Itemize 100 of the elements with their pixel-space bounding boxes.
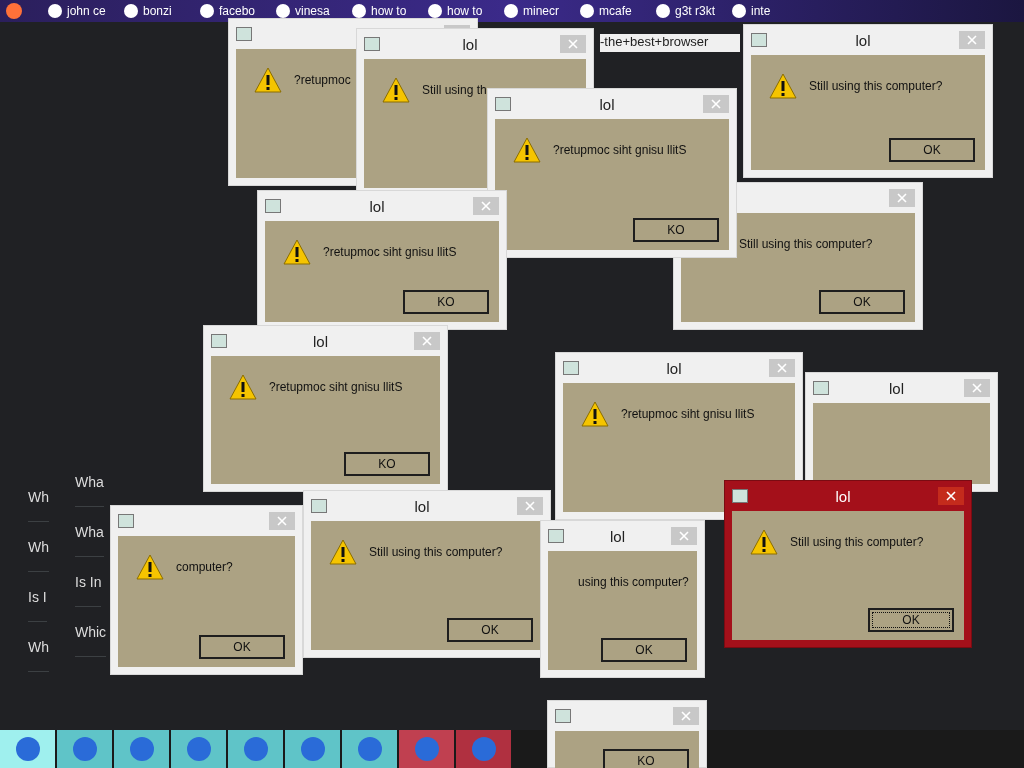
- app-icon: [211, 334, 227, 348]
- warning-icon: [513, 137, 541, 163]
- dialog-title: lol: [854, 31, 872, 49]
- taskbar-app-icon[interactable]: [228, 730, 283, 768]
- app-icon: [555, 709, 571, 723]
- taskbar-app-icon[interactable]: [285, 730, 340, 768]
- address-bar-text: -the+best+browser: [600, 34, 740, 52]
- dialog-message: using this computer?: [578, 575, 689, 589]
- search-result-link[interactable]: Is I: [28, 572, 47, 622]
- browser-tab[interactable]: bonzi: [124, 4, 200, 18]
- dialog-title: lol: [665, 359, 683, 377]
- warning-icon: [254, 67, 282, 93]
- dialog-message: Still using this computer?: [739, 237, 873, 251]
- search-result-link[interactable]: Wha: [75, 457, 104, 507]
- search-result-link[interactable]: Is In: [75, 557, 102, 607]
- close-icon: [422, 336, 432, 346]
- dialog-window[interactable]: lol ?retupmoc siht gnisu llitS KO: [257, 190, 507, 330]
- dialog-button[interactable]: OK: [601, 638, 687, 662]
- dialog-button[interactable]: OK: [199, 635, 285, 659]
- dialog-message: Still using this computer?: [809, 79, 943, 93]
- close-icon: [481, 201, 491, 211]
- search-result-link[interactable]: Wha: [75, 507, 104, 557]
- dialog-button[interactable]: KO: [344, 452, 430, 476]
- dialog-button[interactable]: KO: [603, 749, 689, 768]
- search-result-link[interactable]: Wh: [28, 622, 49, 672]
- dialog-window[interactable]: lol ?retupmoc siht gnisu llitS: [555, 352, 803, 520]
- dialog-message: ?retupmoc siht gnisu llitS: [621, 407, 755, 421]
- dialog-window[interactable]: lol Still using this computer? OK: [724, 480, 972, 648]
- dialog-title: lol: [609, 527, 626, 545]
- close-icon: [711, 99, 721, 109]
- taskbar-app-icon[interactable]: [342, 730, 397, 768]
- dialog-button[interactable]: OK: [447, 618, 533, 642]
- browser-tab[interactable]: facebo: [200, 4, 276, 18]
- warning-icon: [581, 401, 609, 427]
- dialog-message: ?retupmoc siht gnisu llitS: [323, 245, 457, 259]
- app-icon: [563, 361, 579, 375]
- dialog-message: ?retupmoc: [294, 73, 351, 87]
- taskbar-app-icon[interactable]: [0, 730, 55, 768]
- dialog-title: lol: [888, 379, 905, 397]
- app-icon: [751, 33, 767, 47]
- dialog-title: lol: [598, 95, 616, 113]
- dialog-title: lol: [368, 197, 386, 215]
- warning-icon: [750, 529, 778, 555]
- dialog-window[interactable]: KO: [547, 700, 707, 768]
- warning-icon: [136, 554, 164, 580]
- dialog-message: Still using this computer?: [790, 535, 924, 549]
- browser-tab[interactable]: g3t r3kt: [656, 4, 732, 18]
- app-icon: [495, 97, 511, 111]
- browser-tab[interactable]: how to: [428, 4, 504, 18]
- close-icon: [972, 383, 982, 393]
- app-icon: [265, 199, 281, 213]
- dialog-button[interactable]: KO: [403, 290, 489, 314]
- dialog-window[interactable]: lol ?retupmoc siht gnisu llitS KO: [487, 88, 737, 258]
- dialog-button[interactable]: OK: [889, 138, 975, 162]
- browser-tab[interactable]: vinesa: [276, 4, 352, 18]
- close-icon: [777, 363, 787, 373]
- taskbar-app-icon[interactable]: [114, 730, 169, 768]
- dialog-button[interactable]: KO: [633, 218, 719, 242]
- dialog-message: computer?: [176, 560, 233, 574]
- taskbar-app-icon[interactable]: [171, 730, 226, 768]
- warning-icon: [229, 374, 257, 400]
- search-result-link[interactable]: Wh: [28, 522, 49, 572]
- warning-icon: [769, 73, 797, 99]
- dialog-title: lol: [312, 332, 329, 350]
- warning-icon: [283, 239, 311, 265]
- warning-icon: [382, 77, 410, 103]
- close-icon: [681, 711, 691, 721]
- dialog-title: lol: [413, 497, 431, 515]
- app-icon: [548, 529, 564, 543]
- close-icon: [525, 501, 535, 511]
- dialog-window[interactable]: lol using this computer? OK: [540, 520, 705, 678]
- browser-tab[interactable]: minecr: [504, 4, 580, 18]
- dialog-window[interactable]: lol Still using this computer? OK: [743, 24, 993, 178]
- taskbar-app-icon[interactable]: [57, 730, 112, 768]
- dialog-button[interactable]: OK: [819, 290, 905, 314]
- dialog-title: lol: [461, 35, 479, 53]
- close-icon: [568, 39, 578, 49]
- app-icon: [364, 37, 380, 51]
- search-result-link[interactable]: Wh: [28, 472, 49, 522]
- close-icon: [967, 35, 977, 45]
- dialog-window[interactable]: lol: [805, 372, 998, 492]
- app-icon: [311, 499, 327, 513]
- browser-tab[interactable]: how to: [352, 4, 428, 18]
- dialog-button[interactable]: OK: [868, 608, 954, 632]
- app-icon: [732, 489, 748, 503]
- browser-tab[interactable]: inte: [732, 4, 808, 18]
- browser-tab[interactable]: mcafe: [580, 4, 656, 18]
- close-icon: [277, 516, 287, 526]
- app-icon: [236, 27, 252, 41]
- close-icon: [946, 491, 956, 501]
- search-result-link[interactable]: Whic: [75, 607, 107, 657]
- close-icon: [679, 531, 689, 541]
- browser-tab[interactable]: john ce: [48, 4, 124, 18]
- dialog-window[interactable]: lol Still using this computer? OK: [303, 490, 551, 658]
- warning-icon: [329, 539, 357, 565]
- dialog-message: Still using this computer?: [369, 545, 503, 559]
- dialog-message: ?retupmoc siht gnisu llitS: [269, 380, 403, 394]
- close-button[interactable]: [938, 487, 964, 505]
- dialog-window[interactable]: computer? OK: [110, 505, 303, 675]
- dialog-window[interactable]: lol ?retupmoc siht gnisu llitS KO: [203, 325, 448, 492]
